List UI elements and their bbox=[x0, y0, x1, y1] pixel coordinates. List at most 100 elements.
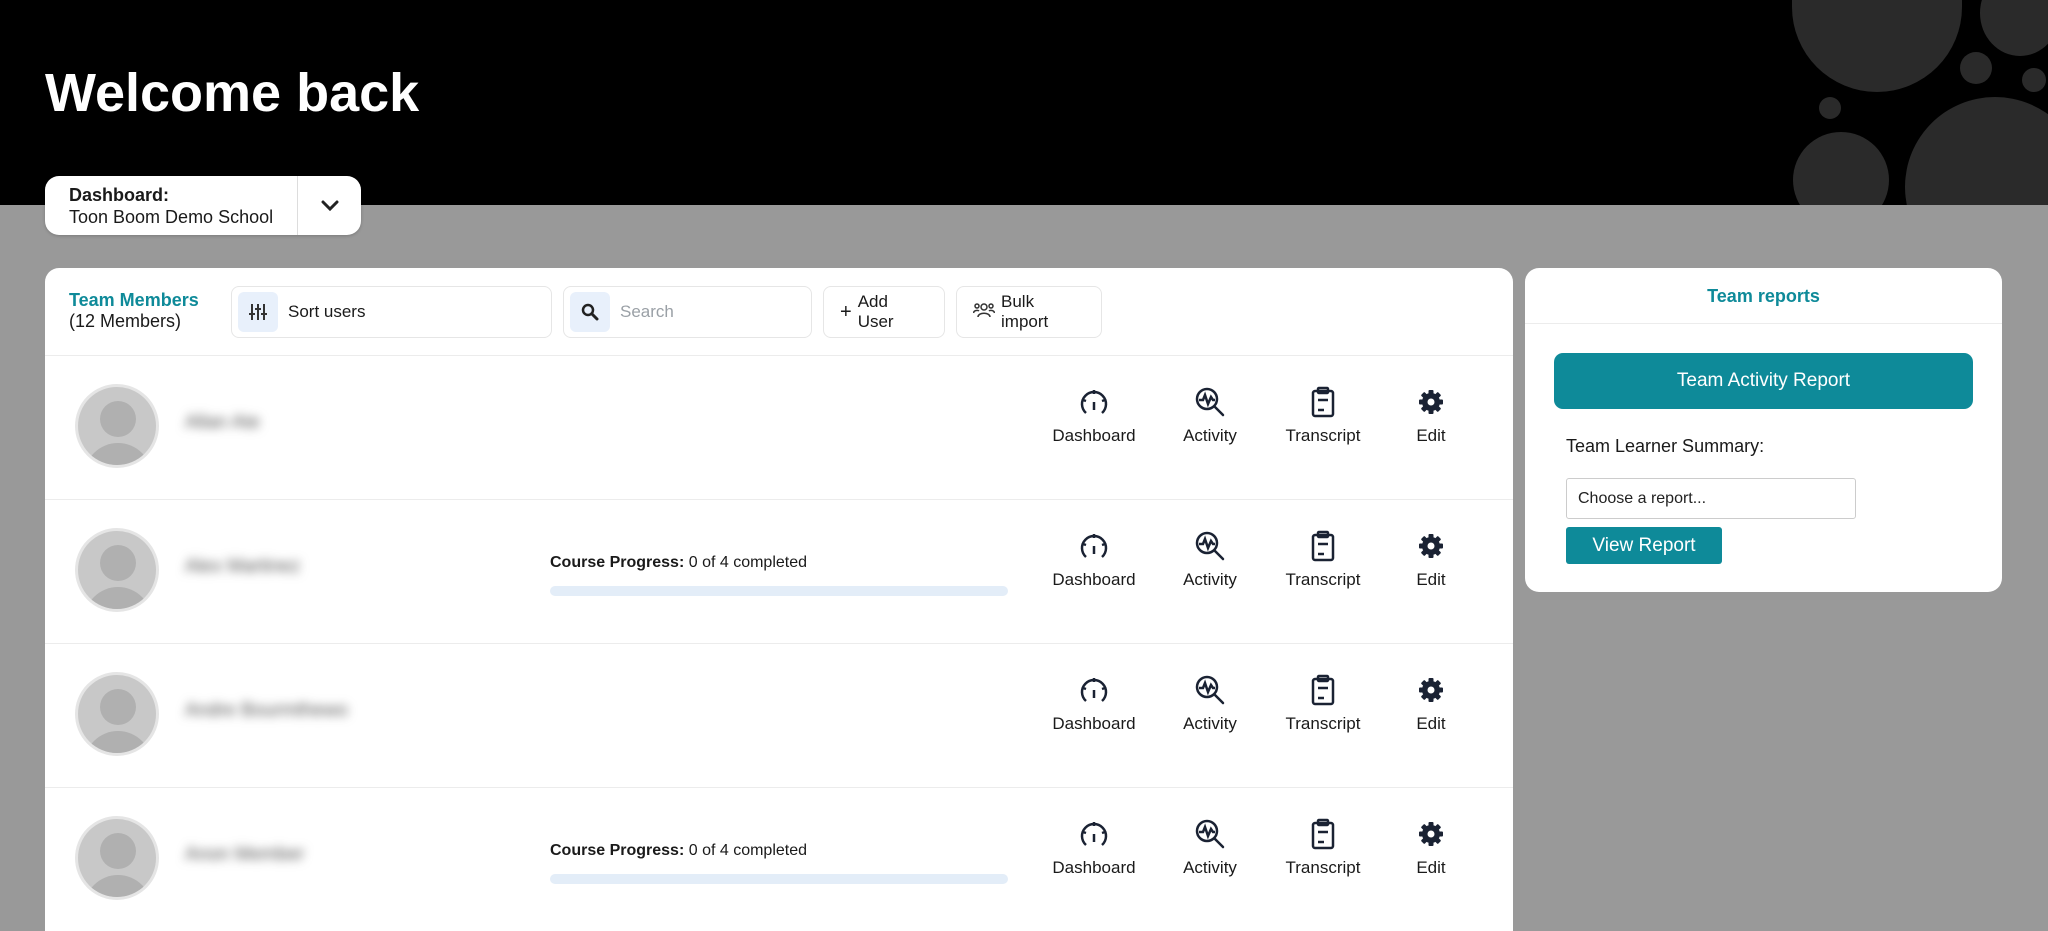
member-row: Alex Martinez Course Progress: 0 of 4 co… bbox=[45, 500, 1513, 644]
clipboard-icon bbox=[1311, 530, 1335, 562]
course-progress-text: Course Progress: 0 of 4 completed bbox=[550, 554, 1008, 572]
plus-icon: + bbox=[840, 301, 852, 323]
team-reports-panel: Team reports Team Activity Report Team L… bbox=[1525, 268, 2002, 592]
transcript-action[interactable]: Transcript bbox=[1273, 674, 1373, 734]
gauge-icon bbox=[1080, 390, 1108, 414]
dashboard-action[interactable]: Dashboard bbox=[1044, 818, 1144, 878]
chevron-down-icon[interactable] bbox=[297, 176, 361, 235]
activity-search-icon bbox=[1195, 675, 1225, 705]
activity-action[interactable]: Activity bbox=[1160, 386, 1260, 446]
sort-users-label: Sort users bbox=[288, 302, 366, 321]
edit-action[interactable]: Edit bbox=[1381, 818, 1481, 878]
edit-action[interactable]: Edit bbox=[1381, 674, 1481, 734]
team-activity-report-button[interactable]: Team Activity Report bbox=[1554, 353, 1973, 409]
activity-action-label: Activity bbox=[1183, 426, 1237, 445]
transcript-action[interactable]: Transcript bbox=[1273, 530, 1373, 590]
team-members-toolbar: Team Members (12 Members) Sort users + A… bbox=[45, 268, 1513, 356]
report-select[interactable]: Choose a report... bbox=[1566, 478, 1856, 519]
transcript-action-label: Transcript bbox=[1285, 714, 1361, 733]
decorative-circle bbox=[1905, 97, 2048, 205]
page-title: Welcome back bbox=[45, 63, 420, 123]
course-progress: Course Progress: 0 of 4 completed bbox=[550, 554, 1008, 596]
course-progress-value: 0 of 4 completed bbox=[688, 554, 808, 571]
activity-action[interactable]: Activity bbox=[1160, 674, 1260, 734]
member-name: Andre Bourmthewo bbox=[185, 700, 348, 721]
course-progress: Course Progress: 0 of 4 completed bbox=[550, 842, 1008, 884]
team-members-panel: Team Members (12 Members) Sort users + A… bbox=[45, 268, 1513, 931]
gauge-icon bbox=[1080, 822, 1108, 846]
activity-search-icon bbox=[1195, 819, 1225, 849]
avatar bbox=[75, 528, 159, 612]
dashboard-action[interactable]: Dashboard bbox=[1044, 674, 1144, 734]
transcript-action-label: Transcript bbox=[1285, 426, 1361, 445]
course-progress-value: 0 of 4 completed bbox=[688, 842, 808, 859]
member-row: Allan Ate Dashboard Activity Transcript … bbox=[45, 356, 1513, 500]
avatar bbox=[75, 816, 159, 900]
transcript-action[interactable]: Transcript bbox=[1273, 386, 1373, 446]
edit-action-label: Edit bbox=[1416, 426, 1446, 445]
dashboard-selector-label: Dashboard: bbox=[69, 185, 170, 205]
dashboard-selector-text: Dashboard: Toon Boom Demo School bbox=[45, 176, 297, 235]
edit-action-label: Edit bbox=[1416, 714, 1446, 733]
course-progress-text: Course Progress: 0 of 4 completed bbox=[550, 842, 1008, 860]
decorative-circle bbox=[1980, 0, 2048, 56]
decorative-circle bbox=[1819, 97, 1841, 119]
sliders-icon bbox=[238, 292, 278, 332]
progress-bar bbox=[550, 586, 1008, 596]
member-name: Anon Member bbox=[185, 844, 305, 865]
sort-users-button[interactable]: Sort users bbox=[231, 286, 552, 338]
avatar bbox=[75, 384, 159, 468]
team-reports-title: Team reports bbox=[1525, 268, 2002, 324]
edit-action[interactable]: Edit bbox=[1381, 530, 1481, 590]
edit-action[interactable]: Edit bbox=[1381, 386, 1481, 446]
dashboard-selector-value: Toon Boom Demo School bbox=[69, 207, 274, 227]
dashboard-action[interactable]: Dashboard bbox=[1044, 530, 1144, 590]
gear-icon bbox=[1419, 822, 1443, 846]
edit-action-label: Edit bbox=[1416, 858, 1446, 877]
team-members-title: Team Members bbox=[69, 290, 199, 310]
decorative-circle bbox=[1793, 132, 1889, 205]
gear-icon bbox=[1419, 534, 1443, 558]
decorative-circle bbox=[1792, 0, 1962, 92]
search-input[interactable] bbox=[620, 302, 800, 322]
edit-action-label: Edit bbox=[1416, 570, 1446, 589]
dashboard-selector[interactable]: Dashboard: Toon Boom Demo School bbox=[45, 176, 361, 235]
progress-bar bbox=[550, 874, 1008, 884]
member-row: Anon Member Course Progress: 0 of 4 comp… bbox=[45, 788, 1513, 931]
dashboard-action[interactable]: Dashboard bbox=[1044, 386, 1144, 446]
add-user-label: Add User bbox=[857, 292, 894, 331]
dashboard-action-label: Dashboard bbox=[1052, 714, 1136, 733]
decorative-circle bbox=[2022, 68, 2046, 92]
search-box[interactable] bbox=[563, 286, 812, 338]
member-name: Allan Ate bbox=[185, 412, 260, 433]
transcript-action-label: Transcript bbox=[1285, 858, 1361, 877]
activity-search-icon bbox=[1195, 387, 1225, 417]
search-icon bbox=[570, 292, 610, 332]
activity-action[interactable]: Activity bbox=[1160, 818, 1260, 878]
avatar bbox=[75, 672, 159, 756]
clipboard-icon bbox=[1311, 674, 1335, 706]
dashboard-action-label: Dashboard bbox=[1052, 570, 1136, 589]
bulk-import-label: Bulk import bbox=[1001, 292, 1049, 331]
activity-action-label: Activity bbox=[1183, 714, 1237, 733]
dashboard-action-label: Dashboard bbox=[1052, 426, 1136, 445]
transcript-action-label: Transcript bbox=[1285, 570, 1361, 589]
view-report-button[interactable]: View Report bbox=[1566, 527, 1722, 564]
activity-action[interactable]: Activity bbox=[1160, 530, 1260, 590]
gauge-icon bbox=[1080, 534, 1108, 558]
member-row: Andre Bourmthewo Dashboard Activity Tran… bbox=[45, 644, 1513, 788]
team-members-count: (12 Members) bbox=[69, 311, 182, 331]
clipboard-icon bbox=[1311, 818, 1335, 850]
member-name: Alex Martinez bbox=[185, 556, 301, 577]
activity-search-icon bbox=[1195, 531, 1225, 561]
team-learner-summary-label: Team Learner Summary: bbox=[1566, 436, 1765, 456]
clipboard-icon bbox=[1311, 386, 1335, 418]
transcript-action[interactable]: Transcript bbox=[1273, 818, 1373, 878]
bulk-import-button[interactable]: Bulk import bbox=[956, 286, 1102, 338]
gear-icon bbox=[1419, 678, 1443, 702]
gear-icon bbox=[1419, 390, 1443, 414]
activity-action-label: Activity bbox=[1183, 570, 1237, 589]
team-members-heading: Team Members (12 Members) bbox=[69, 290, 199, 332]
add-user-button[interactable]: + Add User bbox=[823, 286, 945, 338]
gauge-icon bbox=[1080, 678, 1108, 702]
